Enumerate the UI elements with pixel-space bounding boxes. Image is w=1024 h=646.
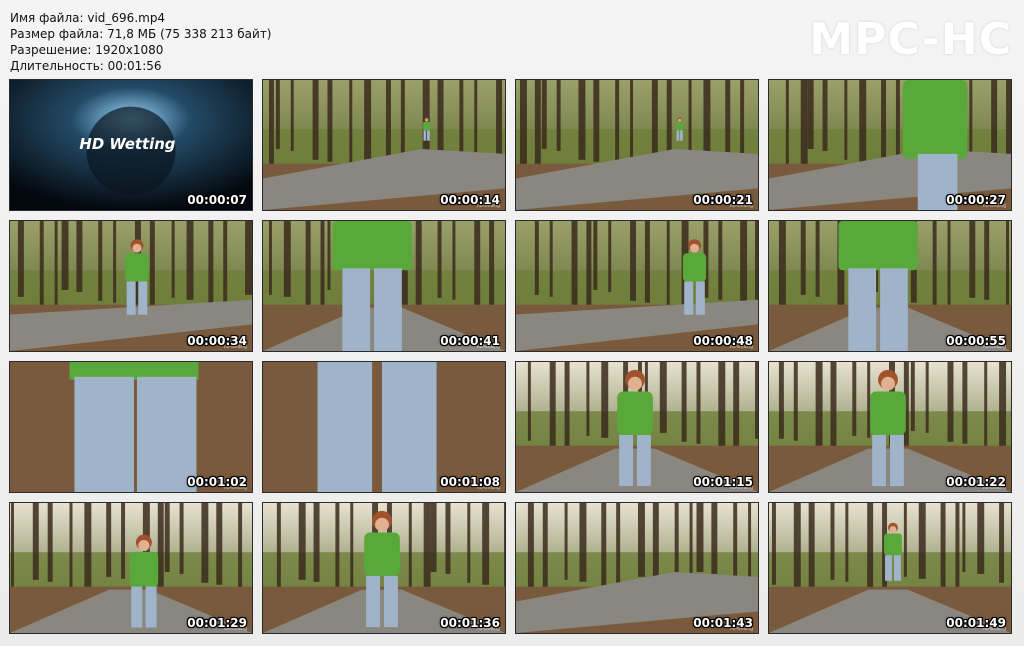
duration-line: Длительность: 00:01:56 (10, 59, 162, 73)
thumbnail-frame-image (516, 221, 758, 351)
thumbnail-timestamp: 00:01:29 (187, 616, 247, 630)
contact-sheet: Имя файла: vid_696.mp4 Размер файла: 71,… (0, 0, 1024, 646)
thumbnail-frame-image (769, 80, 1011, 210)
thumbnail-frame-image (769, 221, 1011, 351)
resolution-line: Разрешение: 1920x1080 (10, 43, 164, 57)
thumbnail-timestamp: 00:00:27 (946, 193, 1006, 207)
thumbnail-1[interactable]: HD Wetting 00:00:07 (9, 79, 253, 211)
thumbnail-timestamp: 00:01:15 (693, 475, 753, 489)
thumbnail-timestamp: 00:01:36 (440, 616, 500, 630)
thumbnail-frame-image (10, 221, 252, 351)
thumbnail-5[interactable]: hd-wetting 00:00:34 (9, 220, 253, 352)
thumbnail-frame-image (263, 80, 505, 210)
thumbnail-4[interactable]: hd-wetting 00:00:27 (768, 79, 1012, 211)
thumbnail-3[interactable]: hd-wetting 00:00:21 (515, 79, 759, 211)
thumbnail-timestamp: 00:00:07 (187, 193, 247, 207)
thumbnail-9[interactable]: hd-wetting 00:01:02 (9, 361, 253, 493)
thumbnail-6[interactable]: hd-wetting 00:00:41 (262, 220, 506, 352)
file-size-line: Размер файла: 71,8 МБ (75 338 213 байт) (10, 27, 272, 41)
thumbnail-13[interactable]: hd-wetting 00:01:29 (9, 502, 253, 634)
thumbnail-timestamp: 00:01:02 (187, 475, 247, 489)
thumbnail-timestamp: 00:00:14 (440, 193, 500, 207)
thumbnail-timestamp: 00:01:43 (693, 616, 753, 630)
thumbnail-frame-image (769, 362, 1011, 492)
thumbnail-8[interactable]: hd-wetting 00:00:55 (768, 220, 1012, 352)
thumbnail-frame-image (263, 362, 505, 492)
mpc-hc-logo: MPC-HC (809, 14, 1012, 65)
thumbnail-grid: HD Wetting 00:00:07 hd-wetting 00:00:14 hd… (9, 79, 1012, 634)
thumbnail-15[interactable]: hd-wetting 00:01:43 (515, 502, 759, 634)
thumbnail-timestamp: 00:00:48 (693, 334, 753, 348)
thumbnail-frame-image (769, 503, 1011, 633)
thumbnail-11[interactable]: hd-wetting 00:01:15 (515, 361, 759, 493)
thumbnail-frame-image (10, 362, 252, 492)
thumbnail-frame-image: HD Wetting (10, 80, 252, 210)
thumbnail-frame-image (516, 80, 758, 210)
file-info: Имя файла: vid_696.mp4 Размер файла: 71,… (10, 10, 272, 74)
file-name-line: Имя файла: vid_696.mp4 (10, 11, 166, 25)
thumbnail-frame-image (516, 362, 758, 492)
thumbnail-7[interactable]: hd-wetting 00:00:48 (515, 220, 759, 352)
thumbnail-14[interactable]: hd-wetting 00:01:36 (262, 502, 506, 634)
thumbnail-frame-image (516, 503, 758, 633)
thumbnail-frame-image (263, 503, 505, 633)
thumbnail-timestamp: 00:00:21 (693, 193, 753, 207)
thumbnail-timestamp: 00:00:55 (946, 334, 1006, 348)
thumbnail-frame-image (263, 221, 505, 351)
thumbnail-10[interactable]: hd-wetting 00:01:08 (262, 361, 506, 493)
thumbnail-timestamp: 00:01:22 (946, 475, 1006, 489)
thumbnail-16[interactable]: hd-wetting 00:01:49 (768, 502, 1012, 634)
thumbnail-timestamp: 00:01:08 (440, 475, 500, 489)
intro-title: HD Wetting (79, 136, 175, 153)
thumbnail-timestamp: 00:00:34 (187, 334, 247, 348)
thumbnail-frame-image (10, 503, 252, 633)
thumbnail-2[interactable]: hd-wetting 00:00:14 (262, 79, 506, 211)
thumbnail-timestamp: 00:01:49 (946, 616, 1006, 630)
thumbnail-12[interactable]: hd-wetting 00:01:22 (768, 361, 1012, 493)
thumbnail-timestamp: 00:00:41 (440, 334, 500, 348)
